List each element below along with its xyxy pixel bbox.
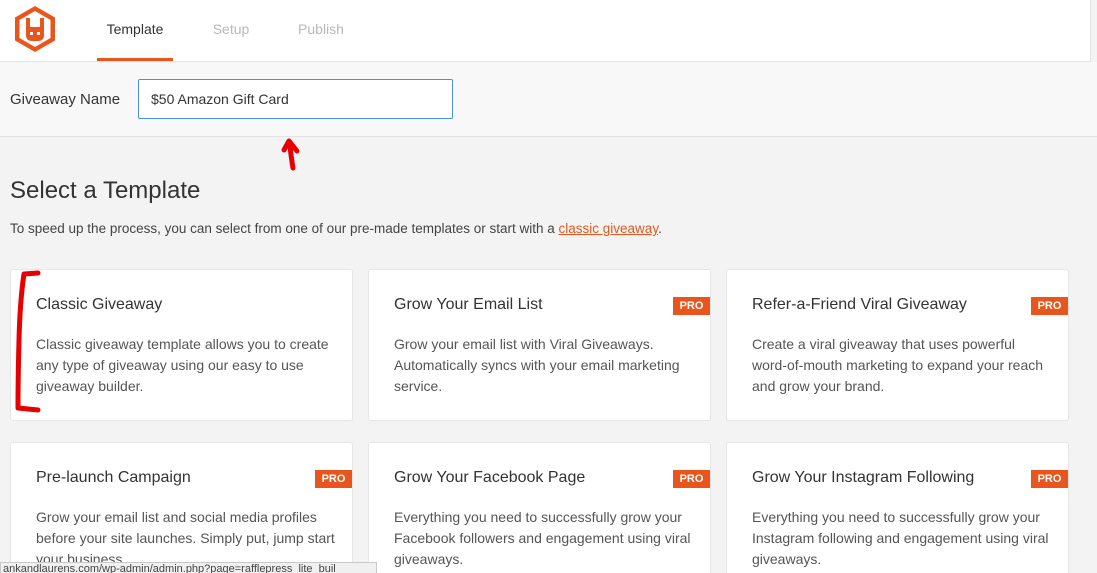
status-url-bar: ankandlaurens.com/wp-admin/admin.php?pag… xyxy=(0,562,377,573)
pro-badge: PRO xyxy=(673,470,710,488)
template-card-pre-launch[interactable]: Pre-launch Campaign PRO Grow your email … xyxy=(10,442,353,573)
card-description: Grow your email list and social media pr… xyxy=(36,509,335,567)
template-card-grow-facebook[interactable]: Grow Your Facebook Page PRO Everything y… xyxy=(368,442,711,573)
card-title: Grow Your Instagram Following xyxy=(752,469,975,486)
pro-badge: PRO xyxy=(1031,470,1068,488)
card-description: Create a viral giveaway that uses powerf… xyxy=(752,336,1044,394)
card-description: Classic giveaway template allows you to … xyxy=(36,336,329,394)
giveaway-name-row: Giveaway Name xyxy=(0,62,1097,137)
section-description-text: To speed up the process, you can select … xyxy=(10,221,559,236)
card-description: Grow your email list with Viral Giveaway… xyxy=(394,336,680,394)
giveaway-name-label: Giveaway Name xyxy=(10,91,121,108)
classic-giveaway-link[interactable]: classic giveaway xyxy=(559,221,659,236)
tab-template[interactable]: Template xyxy=(97,0,173,61)
template-card-grow-instagram[interactable]: Grow Your Instagram Following PRO Everyt… xyxy=(726,442,1069,573)
tab-setup[interactable]: Setup xyxy=(205,0,257,61)
template-card-classic-giveaway[interactable]: Classic Giveaway Classic giveaway templa… xyxy=(10,269,353,421)
divider xyxy=(1090,0,1091,62)
card-description: Everything you need to successfully grow… xyxy=(394,509,691,567)
section-description-suffix: . xyxy=(658,221,662,236)
page-title: Select a Template xyxy=(10,177,201,204)
card-title: Pre-launch Campaign xyxy=(36,469,191,486)
tab-publish[interactable]: Publish xyxy=(289,0,353,61)
card-title: Grow Your Email List xyxy=(394,296,543,313)
giveaway-name-input[interactable] xyxy=(138,79,453,119)
pro-badge: PRO xyxy=(315,470,352,488)
card-description: Everything you need to successfully grow… xyxy=(752,509,1049,567)
top-navigation-bar: Template Setup Publish xyxy=(0,0,1090,62)
card-title: Refer-a-Friend Viral Giveaway xyxy=(752,296,967,313)
pro-badge: PRO xyxy=(673,297,710,315)
card-title: Classic Giveaway xyxy=(36,296,163,313)
rabbit-logo-icon[interactable] xyxy=(11,5,59,53)
template-card-refer-a-friend[interactable]: Refer-a-Friend Viral Giveaway PRO Create… xyxy=(726,269,1069,421)
annotation-arrow xyxy=(281,138,300,171)
pro-badge: PRO xyxy=(1031,297,1068,315)
section-description: To speed up the process, you can select … xyxy=(10,221,662,236)
card-title: Grow Your Facebook Page xyxy=(394,469,586,486)
template-card-grow-email-list[interactable]: Grow Your Email List PRO Grow your email… xyxy=(368,269,711,421)
